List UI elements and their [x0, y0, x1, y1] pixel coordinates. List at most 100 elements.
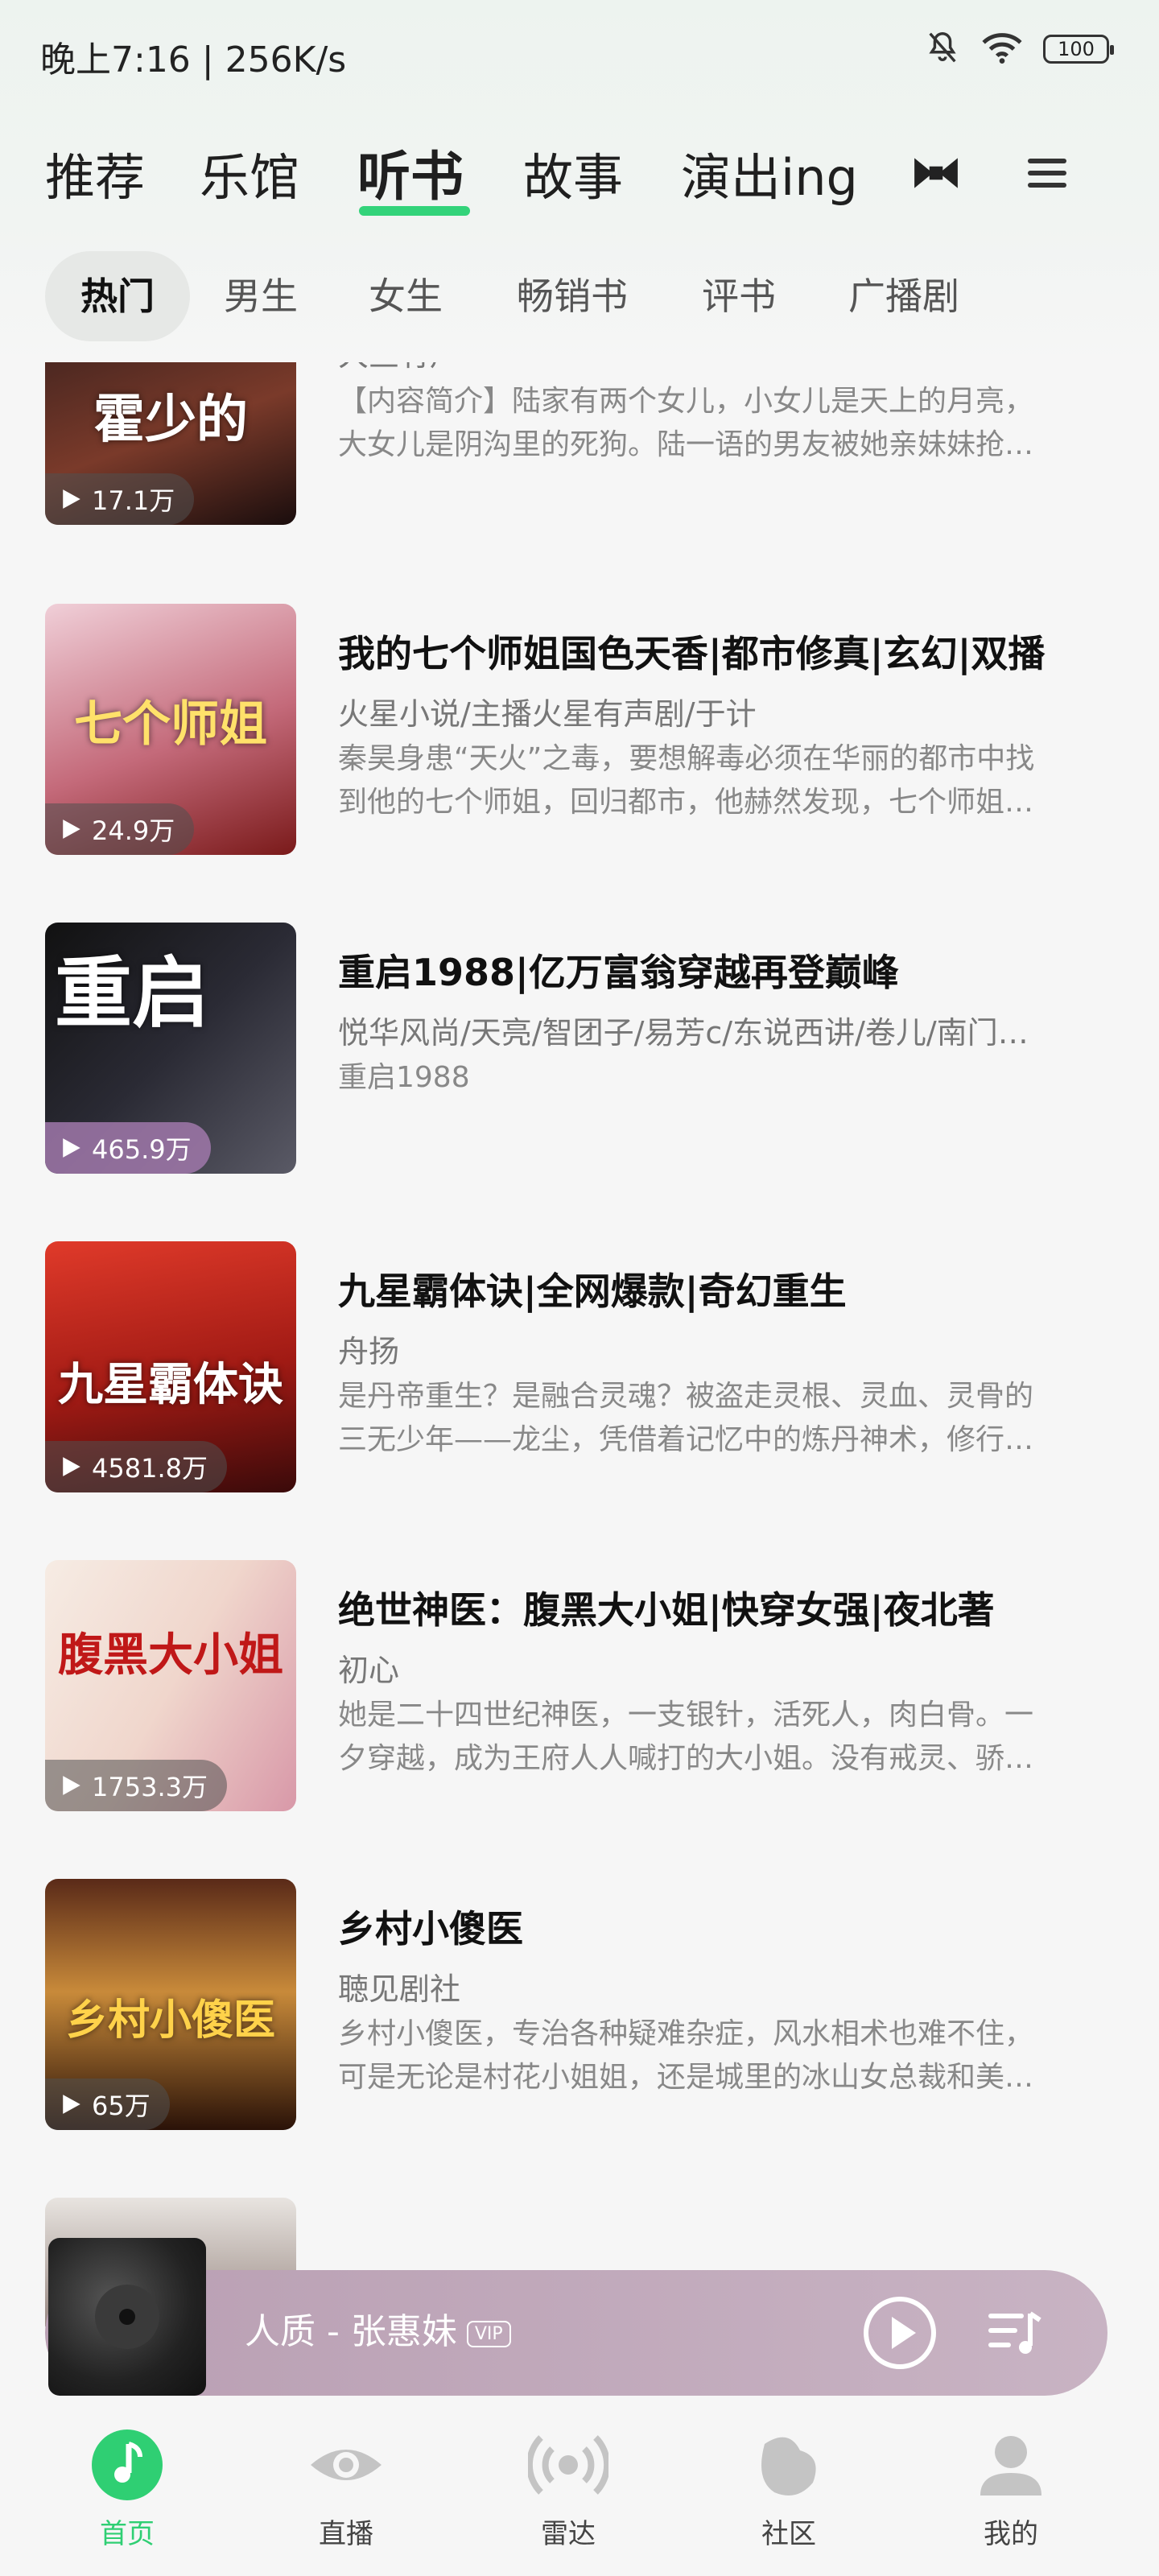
- book-list: 霍少的 17.1万 想 大鱼有声 【内容简介】陆家有两个女儿，小女儿是天上的月亮…: [0, 362, 1159, 2326]
- play-icon: [63, 1776, 80, 1795]
- list-item[interactable]: 乡村小傻医 65万 乡村小傻医 聴见剧社 乡村小傻医，专治各种疑难杂症，风水相术…: [0, 1879, 1159, 2136]
- book-cover: 乡村小傻医 65万: [45, 1879, 296, 2130]
- nav-label: 直播: [319, 2518, 373, 2550]
- cover-title: 重启: [55, 947, 209, 1038]
- status-bar: 晚上7:16 | 256K/s 100: [0, 0, 1159, 105]
- status-time: 晚上7:16 | 256K/s: [40, 39, 347, 80]
- book-description: 是丹帝重生？是融合灵魂？被盗走灵根、灵血、灵骨的 三无少年——龙尘，凭借着记忆中…: [338, 1375, 1095, 1462]
- list-item[interactable]: 九星霸体诀 4581.8万 九星霸体诀|全网爆款|奇幻重生 舟扬 是丹帝重生？是…: [0, 1241, 1159, 1499]
- book-cover: 九星霸体诀 4581.8万: [45, 1241, 296, 1492]
- nav-label: 社区: [761, 2518, 816, 2550]
- description-line-1: 重启1988: [338, 1061, 470, 1094]
- description-line-2: 大女儿是阴沟里的死狗。陆一语的男友被她亲妹妹抢…: [338, 428, 1034, 461]
- play-icon: [63, 1457, 80, 1476]
- list-item[interactable]: 腹黑大小姐 1753.3万 绝世神医：腹黑大小姐|快穿女强|夜北著 初心 她是二…: [0, 1560, 1159, 1818]
- description-line-1: 是丹帝重生？是融合灵魂？被盗走灵根、灵血、灵骨的: [338, 1380, 1034, 1413]
- bottom-navigation: 首页 直播 雷达 社区 我的: [0, 2396, 1159, 2576]
- play-count-badge: 65万: [45, 2079, 170, 2130]
- nav-label: 首页: [100, 2518, 155, 2550]
- cover-title: 九星霸体诀: [58, 1358, 283, 1411]
- book-cover: 重启 465.9万: [45, 923, 296, 1174]
- nav-label: 我的: [984, 2518, 1038, 2550]
- cover-title: 霍少的: [93, 390, 248, 450]
- list-item[interactable]: 霍少的 17.1万 想 大鱼有声 【内容简介】陆家有两个女儿，小女儿是天上的月亮…: [0, 362, 1159, 531]
- nav-profile[interactable]: 我的: [930, 2428, 1091, 2551]
- subtab-bestseller[interactable]: 畅销书: [481, 251, 663, 341]
- book-title: 重启1988|亿万富翁穿越再登巅峰: [338, 951, 899, 994]
- community-icon: [761, 2437, 816, 2496]
- description-line-2: 夕穿越，成为王府人人喊打的大小姐。没有戒灵、骄…: [338, 1742, 1034, 1775]
- book-description: 乡村小傻医，专治各种疑难杂症，风水相术也难不住， 可是无论是村花小姐姐，还是城里…: [338, 2013, 1095, 2099]
- nav-radar[interactable]: 雷达: [488, 2428, 649, 2551]
- cover-title: 腹黑大小姐: [58, 1629, 283, 1682]
- description-line-2: 可是无论是村花小姐姐，还是城里的冰山女总裁和美…: [338, 2061, 1034, 2094]
- play-count-badge: 24.9万: [45, 803, 195, 855]
- play-count: 1753.3万: [92, 1772, 208, 1802]
- description-line-1: 秦昊身患“天火”之毒，要想解毒必须在华丽的都市中找: [338, 742, 1035, 775]
- album-art[interactable]: [48, 2238, 206, 2396]
- book-author: 悦华风尚/天亮/智团子/易芳c/东说西讲/卷儿/南门…: [338, 1015, 1029, 1051]
- description-line-1: 【内容简介】陆家有两个女儿，小女儿是天上的月亮，: [338, 385, 1034, 418]
- book-author: 火星小说/主播火星有声剧/于计: [338, 696, 757, 732]
- bowtie-icon[interactable]: [908, 145, 964, 201]
- top-tab-bar: 推荐 乐馆 听书 故事 演出ing: [0, 121, 1159, 217]
- eye-icon: [311, 2450, 382, 2480]
- nav-home[interactable]: 首页: [47, 2428, 208, 2551]
- book-title: 我的七个师姐国色天香|都市修真|玄幻|双播: [338, 632, 1046, 675]
- subtab-radio-drama[interactable]: 广播剧: [813, 251, 995, 341]
- status-icons: 100: [924, 29, 1114, 69]
- tab-story[interactable]: 故事: [523, 137, 623, 209]
- playlist-icon[interactable]: [982, 2301, 1046, 2365]
- category-tab-bar: 热门 男生 女生 畅销书 评书 广播剧: [0, 251, 1159, 348]
- subtab-storytelling[interactable]: 评书: [666, 251, 811, 341]
- battery-icon: 100: [1043, 35, 1114, 64]
- list-item[interactable]: 七个师姐 24.9万 我的七个师姐国色天香|都市修真|玄幻|双播 火星小说/主播…: [0, 604, 1159, 861]
- book-description: 重启1988: [338, 1056, 1095, 1100]
- book-description: 秦昊身患“天火”之毒，要想解毒必须在华丽的都市中找 到他的七个师姐，回归都市，他…: [338, 737, 1095, 824]
- tab-recommend[interactable]: 推荐: [45, 137, 145, 209]
- subtab-hot[interactable]: 热门: [45, 251, 190, 341]
- tab-audiobook[interactable]: 听书: [357, 134, 464, 211]
- book-author: 舟扬: [338, 1334, 400, 1369]
- song-name: 人质 - 张惠妹: [245, 2311, 457, 2352]
- nav-live[interactable]: 直播: [266, 2428, 427, 2551]
- list-item[interactable]: 重启 465.9万 重启1988|亿万富翁穿越再登巅峰 悦华风尚/天亮/智团子/…: [0, 923, 1159, 1180]
- book-author: 初心: [338, 1653, 400, 1688]
- play-count: 4581.8万: [92, 1453, 208, 1484]
- book-description: 【内容简介】陆家有两个女儿，小女儿是天上的月亮， 大女儿是阴沟里的死狗。陆一语的…: [338, 380, 1095, 467]
- play-icon: [63, 819, 80, 839]
- tab-music-hall[interactable]: 乐馆: [200, 137, 299, 209]
- book-title: 九星霸体诀|全网爆款|奇幻重生: [338, 1269, 847, 1313]
- book-cover: 腹黑大小姐 1753.3万: [45, 1560, 296, 1811]
- bell-muted-icon: [924, 29, 961, 69]
- play-icon: [63, 489, 80, 509]
- now-playing-title[interactable]: 人质 - 张惠妹 VIP: [245, 2302, 511, 2354]
- description-line-2: 三无少年——龙尘，凭借着记忆中的炼丹神术，修行…: [338, 1423, 1034, 1456]
- book-cover: 七个师姐 24.9万: [45, 604, 296, 855]
- book-title: 绝世神医：腹黑大小姐|快穿女强|夜北著: [338, 1588, 995, 1632]
- play-count: 465.9万: [92, 1134, 192, 1165]
- play-icon: [63, 1138, 80, 1158]
- nav-label: 雷达: [541, 2518, 596, 2550]
- nav-community[interactable]: 社区: [708, 2428, 869, 2551]
- wifi-icon: [980, 29, 1024, 69]
- menu-icon[interactable]: [1019, 145, 1075, 201]
- cover-title: 乡村小傻医: [65, 1996, 275, 2045]
- music-note-icon: [92, 2429, 163, 2500]
- subtab-male[interactable]: 男生: [188, 251, 333, 341]
- book-title: 乡村小傻医: [338, 1907, 523, 1951]
- profile-icon: [980, 2436, 1041, 2496]
- play-count-badge: 17.1万: [45, 473, 195, 525]
- active-tab-indicator: [359, 206, 470, 216]
- description-line-1: 她是二十四世纪神医，一支银针，活死人，肉白骨。一: [338, 1699, 1034, 1732]
- radar-icon: [526, 2435, 611, 2495]
- subtab-female[interactable]: 女生: [333, 251, 478, 341]
- play-icon[interactable]: [861, 2294, 938, 2372]
- play-count-badge: 4581.8万: [45, 1441, 227, 1492]
- book-cover: 霍少的 17.1万: [45, 362, 296, 525]
- tab-performance[interactable]: 演出ing: [681, 137, 858, 209]
- book-author: 大鱼有声: [338, 362, 1111, 374]
- description-line-2: 到他的七个师姐，回归都市，他赫然发现，七个师姐…: [338, 786, 1034, 819]
- book-author: 聴见剧社: [338, 1971, 461, 2007]
- book-description: 她是二十四世纪神医，一支银针，活死人，肉白骨。一 夕穿越，成为王府人人喊打的大小…: [338, 1694, 1095, 1781]
